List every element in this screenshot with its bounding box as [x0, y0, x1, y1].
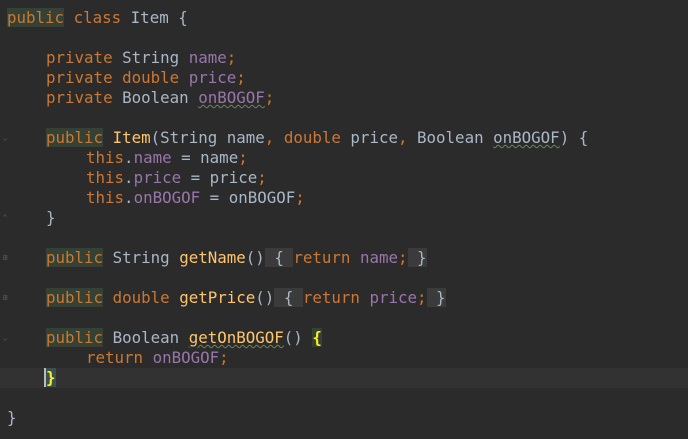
- type: String: [112, 248, 170, 267]
- semicolon: ;: [264, 88, 275, 107]
- brace-match: }: [44, 368, 56, 387]
- value: price: [209, 168, 258, 187]
- field-name: onBOGOF: [152, 348, 220, 367]
- field-name: price: [188, 68, 237, 87]
- code-line-assign[interactable]: this.onBOGOF = onBOGOF;: [0, 188, 688, 208]
- code-line-current[interactable]: }: [0, 368, 688, 388]
- return-keyword: return: [86, 348, 144, 367]
- code-line-assign[interactable]: this.name = name;: [0, 148, 688, 168]
- code-line-field[interactable]: private Boolean onBOGOF;: [0, 88, 688, 108]
- keyword: public: [7, 8, 65, 27]
- type: double: [112, 288, 170, 307]
- parens: (): [283, 328, 303, 347]
- folded-body[interactable]: {: [274, 288, 303, 307]
- this-keyword: this: [86, 188, 125, 207]
- folded-body[interactable]: {: [264, 248, 294, 267]
- semicolon: ;: [417, 288, 427, 307]
- brace: }: [7, 408, 17, 427]
- field-name: name: [188, 48, 227, 67]
- equals: =: [181, 148, 191, 167]
- return-keyword: return: [293, 248, 351, 267]
- semicolon: ;: [295, 188, 305, 207]
- code-line-field[interactable]: private String name;: [0, 48, 688, 68]
- type: Boolean: [122, 88, 189, 107]
- keyword: class: [73, 8, 122, 27]
- code-line-class-decl[interactable]: public class Item {: [0, 8, 688, 28]
- semicolon: ;: [397, 248, 408, 267]
- return-keyword: return: [302, 288, 360, 307]
- param: price: [350, 128, 398, 147]
- keyword: public: [46, 128, 104, 147]
- type: String: [160, 128, 218, 147]
- paren: (: [150, 128, 161, 147]
- method-name: getPrice: [179, 288, 256, 307]
- code-line-close[interactable]: }: [0, 208, 688, 228]
- code-line-getonbogof[interactable]: public Boolean getOnBOGOF() {: [0, 328, 688, 348]
- type: String: [122, 48, 180, 67]
- parens: (): [245, 248, 265, 267]
- type: double: [122, 68, 180, 87]
- field-name: price: [369, 288, 418, 307]
- this-keyword: this: [86, 168, 125, 187]
- semicolon: ;: [257, 168, 267, 187]
- dot: .: [124, 148, 134, 167]
- method-name: getName: [179, 248, 246, 267]
- paren: ): [559, 128, 570, 147]
- method-name: getOnBOGOF: [188, 328, 284, 347]
- brace: {: [283, 288, 294, 307]
- code-line-return[interactable]: return onBOGOF;: [0, 348, 688, 368]
- comma: ,: [397, 128, 408, 147]
- keyword: public: [46, 248, 104, 267]
- code-line-field[interactable]: private double price;: [0, 68, 688, 88]
- keyword: private: [46, 68, 113, 87]
- brace: {: [274, 248, 284, 267]
- keyword: private: [46, 48, 113, 67]
- dot: .: [124, 188, 134, 207]
- class-name: Item: [130, 8, 169, 27]
- value: name: [200, 148, 239, 167]
- equals: =: [209, 188, 220, 207]
- code-line-constructor[interactable]: public Item(String name, double price, B…: [0, 128, 688, 148]
- field-name: price: [133, 168, 182, 187]
- folded-body-end[interactable]: }: [407, 248, 427, 267]
- equals: =: [190, 168, 201, 187]
- brace: }: [436, 288, 446, 307]
- param: onBOGOF: [493, 128, 560, 147]
- field-name: name: [133, 148, 172, 167]
- type: Boolean: [417, 128, 484, 147]
- brace-match: {: [312, 328, 322, 347]
- parens: (): [255, 288, 275, 307]
- field-name: onBOGOF: [198, 88, 265, 107]
- code-line-assign[interactable]: this.price = price;: [0, 168, 688, 188]
- param: name: [226, 128, 265, 147]
- semicolon: ;: [226, 48, 237, 67]
- keyword: private: [46, 88, 113, 107]
- semicolon: ;: [219, 348, 229, 367]
- keyword: public: [46, 288, 104, 307]
- keyword: public: [46, 328, 104, 347]
- folded-body-end[interactable]: }: [426, 288, 446, 307]
- code-editor[interactable]: { "editor": { "class_decl": {"kw1": "pub…: [0, 0, 688, 439]
- semicolon: ;: [238, 148, 248, 167]
- comma: ,: [264, 128, 275, 147]
- semicolon: ;: [236, 68, 246, 87]
- brace: {: [178, 8, 188, 27]
- code-line-getname[interactable]: public String getName() { return name; }: [0, 248, 688, 268]
- type: Boolean: [112, 328, 180, 347]
- brace: }: [46, 208, 56, 227]
- code-line-getprice[interactable]: public double getPrice() { return price;…: [0, 288, 688, 308]
- constructor-name: Item: [112, 128, 151, 147]
- dot: .: [124, 168, 134, 187]
- value: onBOGOF: [228, 188, 296, 207]
- field-name: name: [359, 248, 398, 267]
- this-keyword: this: [86, 148, 125, 167]
- type: double: [283, 128, 341, 147]
- field-name: onBOGOF: [133, 188, 201, 207]
- code-line-class-close[interactable]: }: [0, 408, 688, 428]
- brace: {: [578, 128, 589, 147]
- brace: }: [417, 248, 427, 267]
